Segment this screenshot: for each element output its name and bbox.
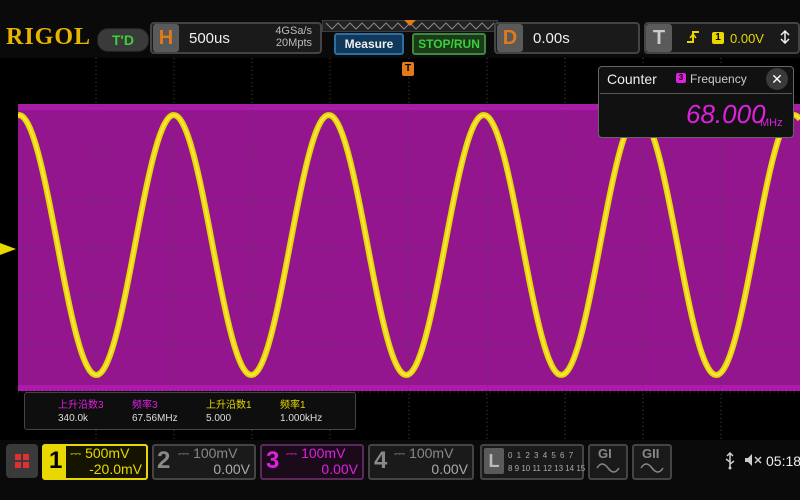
- delay-letter: D: [497, 24, 523, 52]
- horizontal-letter: H: [153, 24, 179, 52]
- counter-type: Frequency: [690, 72, 747, 86]
- close-icon[interactable]: ✕: [766, 68, 788, 90]
- stop-run-button[interactable]: STOP/RUN: [412, 33, 486, 55]
- sine-wave-icon: [596, 463, 620, 473]
- dc-coupling-icon: ⎓: [286, 445, 302, 461]
- measurement-label: 频率1: [280, 400, 306, 411]
- sample-info: 4GSa/s 20Mpts: [262, 25, 312, 49]
- measurement-value: 340.0k: [58, 413, 89, 424]
- main-menu-button[interactable]: [6, 444, 38, 478]
- speaker-muted-icon[interactable]: [744, 453, 762, 470]
- timebase-value: 500us: [189, 30, 230, 47]
- counter-unit: MHz: [760, 117, 783, 129]
- channel4-scale: ⎓ 100mV: [394, 445, 453, 462]
- dc-coupling-icon: ⎓: [70, 445, 86, 461]
- channel4-number: 4: [374, 447, 388, 474]
- sample-rate: 4GSa/s: [275, 25, 312, 37]
- measurement-label: 上升沿数3: [58, 400, 104, 411]
- channel2-scale: ⎓ 100mV: [178, 445, 237, 462]
- measurement-value: 1.000kHz: [280, 413, 323, 424]
- channel3-offset: 0.00V: [321, 461, 358, 477]
- logic-letter: L: [484, 448, 504, 474]
- measurement-value: 67.56MHz: [132, 413, 178, 424]
- channel4-offset: 0.00V: [431, 461, 468, 477]
- td-mode-badge[interactable]: T'D: [97, 28, 149, 52]
- measure-button[interactable]: Measure: [334, 33, 404, 55]
- trigger-position-indicator: [322, 20, 498, 32]
- rising-edge-icon: [686, 29, 700, 50]
- system-clock: 05:18: [766, 453, 800, 469]
- measurement-label: 频率3: [132, 400, 158, 411]
- counter-title: Counter: [607, 71, 657, 87]
- logic-channels-row2: 8 9 10 11 12 13 14 15: [508, 464, 586, 473]
- counter-source-badge: 3: [676, 73, 686, 83]
- measurement-label: 上升沿数1: [206, 400, 252, 411]
- generator2-label: GII: [642, 446, 660, 461]
- channel3-number: 3: [266, 447, 280, 474]
- counter-divider: [600, 93, 792, 94]
- grid-menu-icon: [15, 454, 29, 468]
- channel1-scale: ⎓ 500mV: [70, 445, 129, 462]
- channel1-offset: -20.0mV: [89, 461, 142, 477]
- channel1-scale-value: 500mV: [85, 445, 130, 461]
- counter-value: 68.000: [686, 99, 766, 129]
- delay-value: 0.00s: [533, 30, 570, 47]
- channel2-scale-value: 100mV: [193, 445, 238, 461]
- channel1-number: 1: [49, 447, 63, 474]
- logic-channels-row1: 0 1 2 3 4 5 6 7: [508, 451, 575, 460]
- usb-icon: [724, 451, 736, 475]
- generator1-label: GI: [598, 446, 612, 461]
- channel2-offset: 0.00V: [213, 461, 250, 477]
- brand-logo: RIGOL: [6, 24, 92, 50]
- measurement-value: 5.000: [206, 413, 232, 424]
- channel4-scale-value: 100mV: [409, 445, 454, 461]
- dc-coupling-icon: ⎓: [178, 445, 194, 461]
- dc-coupling-icon: ⎓: [394, 445, 410, 461]
- trigger-position-marker[interactable]: T: [402, 62, 414, 76]
- channel3-scale-value: 100mV: [301, 445, 346, 461]
- trigger-letter: T: [646, 24, 672, 52]
- expand-arrow-icon[interactable]: [780, 29, 790, 47]
- sine-wave-icon: [640, 463, 664, 473]
- trigger-level-value: 0.00V: [730, 31, 764, 46]
- channel3-scale: ⎓ 100mV: [286, 445, 345, 462]
- memory-depth: 20Mpts: [275, 37, 312, 49]
- trigger-source-badge: 1: [712, 32, 724, 44]
- trigger-level-marker[interactable]: [0, 243, 16, 255]
- channel2-number: 2: [157, 447, 171, 474]
